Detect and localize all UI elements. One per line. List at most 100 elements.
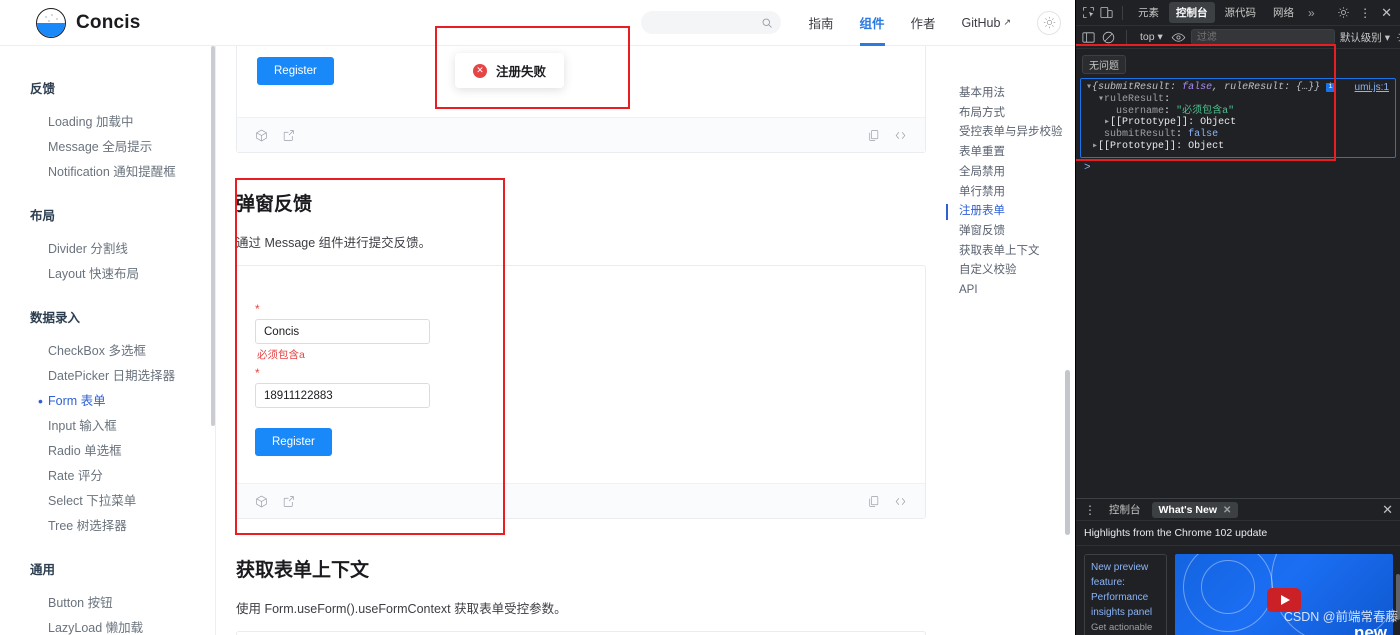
toc-item-api[interactable]: API [946, 281, 1075, 301]
concis-bowl-logo [36, 7, 66, 38]
theme-toggle-button[interactable] [1037, 10, 1061, 35]
sidebar-item-button[interactable]: Button 按钮 [0, 591, 215, 616]
sidebar-item-form[interactable]: Form 表单 [0, 389, 215, 414]
sidebar-group-title: 数据录入 [30, 311, 81, 325]
sidebar-scrollbar[interactable] [211, 46, 215, 426]
sidebar[interactable]: 反馈 Loading 加载中 Message 全局提示 Notification… [0, 46, 216, 635]
code-icon[interactable] [894, 129, 907, 142]
kebab-menu-icon[interactable]: ⋮ [1081, 503, 1098, 517]
console-level-selector[interactable]: 默认级别 ▾ [1340, 30, 1390, 45]
codesandbox-icon[interactable] [255, 495, 268, 508]
brand[interactable]: Concis [0, 7, 141, 38]
code-icon[interactable] [894, 495, 907, 508]
eye-icon[interactable] [1171, 30, 1186, 45]
external-link-icon[interactable] [282, 129, 295, 142]
console-log-line: username: "必须包含a" [1116, 105, 1235, 117]
inspect-element-icon[interactable] [1081, 5, 1096, 20]
console-filter-input[interactable] [1190, 29, 1335, 45]
console-filter-bar: top ▾ 默认级别 ▾ [1076, 26, 1400, 49]
section-desc-context: 使用 Form.useForm().useFormContext 获取表单受控参… [236, 602, 567, 616]
section-title-popup: 弹窗反馈 [236, 194, 313, 215]
info-badge-icon: i [1326, 83, 1336, 92]
toc-item-custom-validate[interactable]: 自定义校验 [946, 261, 1075, 281]
sidebar-group-feedback: 反馈 Loading 加载中 Message 全局提示 Notification… [0, 78, 215, 185]
nav-item-github[interactable]: GitHub ↗ [962, 0, 1011, 46]
toc-item-layout[interactable]: 布局方式 [946, 104, 1075, 124]
codesandbox-icon[interactable] [255, 129, 268, 142]
devtools-more-tabs-icon[interactable]: » [1304, 6, 1319, 20]
sidebar-item-divider[interactable]: Divider 分割线 [0, 237, 215, 262]
page-scrollbar[interactable] [1065, 370, 1070, 535]
devtools-tab-elements[interactable]: 元素 [1131, 2, 1166, 23]
sidebar-item-datepicker[interactable]: DatePicker 日期选择器 [0, 364, 215, 389]
console-log-summary: ▾{submitResult: false, ruleResult: {…}} … [1086, 82, 1390, 94]
console-context-selector[interactable]: top ▾ [1137, 31, 1166, 43]
toc-item-form-context[interactable]: 获取表单上下文 [946, 242, 1075, 262]
sidebar-item-input[interactable]: Input 输入框 [0, 414, 215, 439]
phone-input[interactable] [255, 383, 430, 408]
sidebar-item-notification[interactable]: Notification 通知提醒框 [0, 160, 215, 185]
nav-item-components[interactable]: 组件 [859, 0, 885, 46]
drawer-close-icon[interactable]: ✕ [1379, 503, 1396, 516]
sidebar-item-layout[interactable]: Layout 快速布局 [0, 262, 215, 287]
whats-new-card-title: New preview feature: Performance insight… [1091, 562, 1153, 618]
devtools-tab-network[interactable]: 网络 [1266, 2, 1301, 23]
demo-footer-top [237, 117, 925, 152]
sidebar-group-layout: 布局 Divider 分割线 Layout 快速布局 [0, 205, 215, 287]
gear-icon[interactable] [1336, 5, 1351, 20]
toc-item-global-disable[interactable]: 全局禁用 [946, 163, 1075, 183]
section-title-context: 获取表单上下文 [236, 560, 370, 581]
console-source-link[interactable]: umi.js:1 [1355, 82, 1389, 93]
drawer-tab-console[interactable]: 控制台 [1102, 500, 1148, 519]
error-toast: ✕ 注册失败 [455, 53, 565, 88]
sidebar-item-radio[interactable]: Radio 单选框 [0, 439, 215, 464]
close-icon[interactable]: ✕ [1378, 6, 1395, 19]
console-prompt[interactable]: > [1076, 158, 1400, 174]
drawer-tab-whats-new[interactable]: What's New ✕ [1151, 501, 1239, 518]
copy-icon[interactable] [867, 129, 880, 142]
devtools-tab-sources[interactable]: 源代码 [1218, 2, 1264, 23]
sidebar-item-tree[interactable]: Tree 树选择器 [0, 514, 215, 539]
console-log-line[interactable]: ▸[[Prototype]]: Object [1086, 117, 1390, 129]
sidebar-item-checkbox[interactable]: CheckBox 多选框 [0, 339, 215, 364]
sidebar-item-select[interactable]: Select 下拉菜单 [0, 489, 215, 514]
toc-item-register-form[interactable]: 注册表单 [946, 202, 1075, 222]
device-toolbar-icon[interactable] [1099, 5, 1114, 20]
copy-icon[interactable] [867, 495, 880, 508]
register-submit-button[interactable]: Register [255, 428, 332, 456]
drawer-tabs: ⋮ 控制台 What's New ✕ ✕ [1076, 499, 1400, 521]
toc-item-controlled[interactable]: 受控表单与异步校验 [946, 123, 1075, 143]
devtools-tab-console[interactable]: 控制台 [1169, 2, 1215, 23]
sidebar-item-loading[interactable]: Loading 加载中 [0, 110, 215, 135]
sidebar-group-title: 布局 [30, 209, 56, 223]
demo-card-context [236, 631, 926, 635]
register-button-top[interactable]: Register [257, 57, 334, 85]
section-form-context: 获取表单上下文 使用 Form.useForm().useFormContext… [216, 555, 946, 635]
nav-item-guide[interactable]: 指南 [809, 0, 834, 46]
sun-icon [1043, 16, 1055, 29]
screenshot-root: Concis 指南 组件 作者 GitHub ↗ 反馈 Loading 加载中 … [0, 0, 1400, 635]
no-issues-badge[interactable]: 无问题 [1082, 55, 1126, 74]
kebab-menu-icon[interactable]: ⋮ [1356, 6, 1373, 20]
search-input[interactable] [640, 11, 781, 34]
sidebar-group-data-entry: 数据录入 CheckBox 多选框 DatePicker 日期选择器 Form … [0, 307, 215, 539]
console-log-line[interactable]: ▸[[Prototype]]: Object [1086, 141, 1390, 153]
sidebar-item-message[interactable]: Message 全局提示 [0, 135, 215, 160]
close-icon[interactable]: ✕ [1223, 505, 1231, 516]
clear-console-icon[interactable] [1101, 30, 1116, 45]
sidebar-item-rate[interactable]: Rate 评分 [0, 464, 215, 489]
toc-item-basic[interactable]: 基本用法 [946, 84, 1075, 104]
username-input[interactable] [255, 319, 430, 344]
sidebar-item-lazyload[interactable]: LazyLoad 懒加载 [0, 616, 215, 635]
devtools-panel: 元素 控制台 源代码 网络 » ⋮ ✕ top ▾ 过滤 默认级别 ▾ 无问题 … [1075, 0, 1400, 635]
whats-new-card[interactable]: New preview feature: Performance insight… [1084, 554, 1167, 635]
console-sidebar-icon[interactable] [1081, 30, 1096, 45]
gear-icon[interactable] [1395, 30, 1400, 45]
nav-item-author[interactable]: 作者 [911, 0, 936, 46]
toc-item-reset[interactable]: 表单重置 [946, 143, 1075, 163]
console-log-line[interactable]: ▾ruleResult: [1086, 94, 1390, 106]
console-log-entry[interactable]: umi.js:1 ▾{submitResult: false, ruleResu… [1080, 78, 1396, 158]
external-link-icon[interactable] [282, 495, 295, 508]
toc-item-popup-feedback[interactable]: 弹窗反馈 [946, 222, 1075, 242]
toc-item-row-disable[interactable]: 单行禁用 [946, 183, 1075, 203]
